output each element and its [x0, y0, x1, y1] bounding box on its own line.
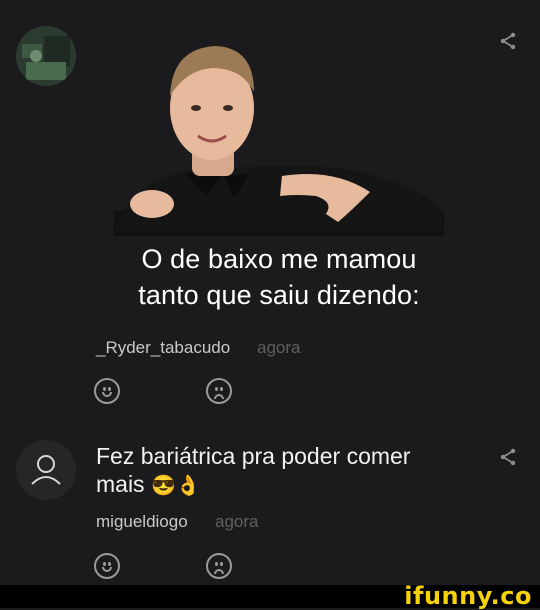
- comment-text: Fez bariátrica pra poder comer mais 😎👌: [96, 442, 456, 500]
- sad-icon[interactable]: [206, 378, 232, 404]
- comment-username[interactable]: migueldiogo: [96, 512, 188, 532]
- share-icon[interactable]: [498, 447, 518, 467]
- comment-timestamp: agora: [257, 338, 301, 357]
- comment-username[interactable]: _Ryder_tabacudo: [96, 338, 230, 358]
- avatar[interactable]: [16, 26, 76, 86]
- comment-text-line-2: mais 😎👌: [96, 470, 456, 500]
- avatar[interactable]: [16, 440, 76, 500]
- meme-caption-line-2: tanto que saiu dizendo:: [138, 280, 420, 310]
- sad-icon[interactable]: [206, 553, 232, 579]
- comment-text-line-1: Fez bariátrica pra poder comer: [96, 443, 411, 469]
- ifunny-watermark: ifunny.co: [404, 582, 532, 610]
- share-icon[interactable]: [498, 31, 518, 51]
- meme-image[interactable]: O de baixo me mamou tanto que saiu dizen…: [94, 26, 464, 322]
- comment-timestamp: agora: [215, 512, 259, 531]
- smile-icon[interactable]: [94, 378, 120, 404]
- avatar-picture: [16, 26, 76, 86]
- meme-caption-line-1: O de baixo me mamou: [141, 244, 417, 274]
- emoji-glyphs: 😎👌: [150, 475, 201, 497]
- smile-icon[interactable]: [94, 553, 120, 579]
- comment-item: O de baixo me mamou tanto que saiu dizen…: [0, 0, 540, 420]
- man-pointing-down-illustration: [114, 46, 444, 236]
- watermark-bar: ifunny.co: [0, 582, 540, 610]
- user-icon: [31, 455, 61, 485]
- comment-text-word: mais: [96, 471, 145, 497]
